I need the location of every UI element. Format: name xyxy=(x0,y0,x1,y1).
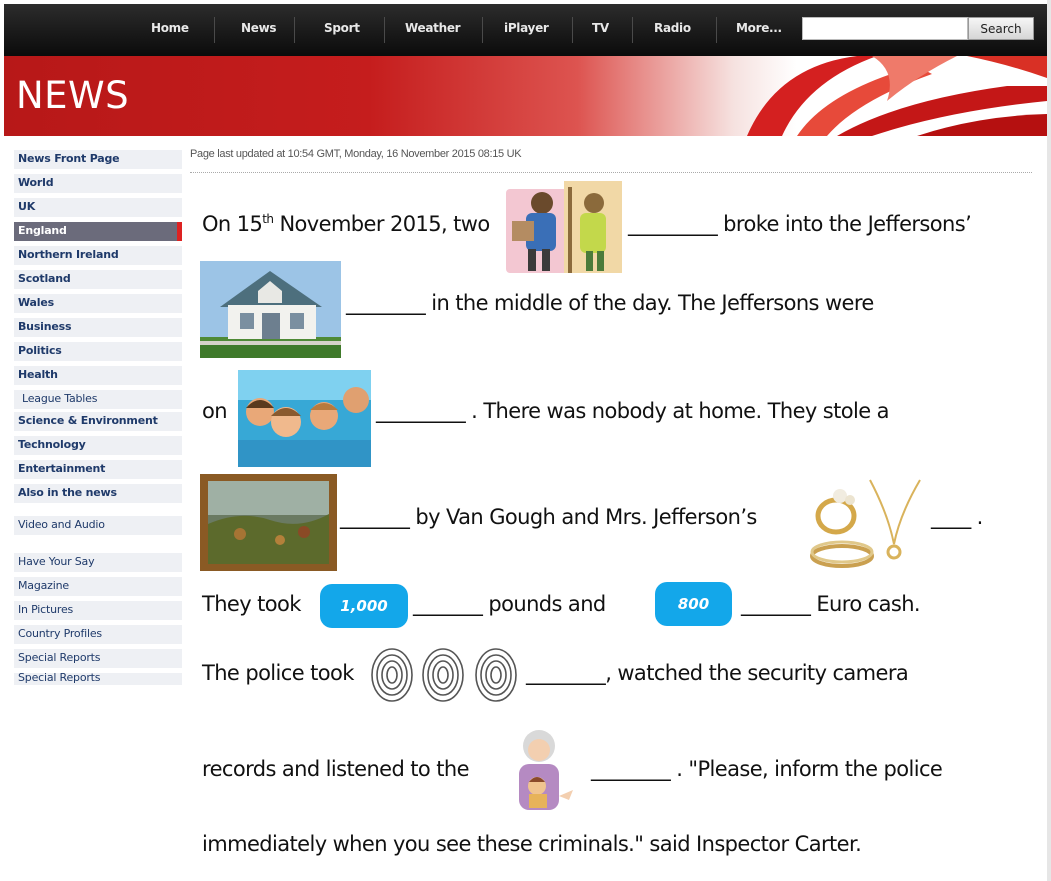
nav-sport[interactable]: Sport xyxy=(324,21,360,35)
painting-picture-icon xyxy=(200,474,337,571)
nav-separator xyxy=(632,17,633,43)
search-input[interactable] xyxy=(802,17,968,40)
article-line-3-end: _________ . There was nobody at home. Th… xyxy=(376,399,890,423)
nav-tv[interactable]: TV xyxy=(592,21,609,35)
nav-separator xyxy=(294,17,295,43)
sidebar-item-in-pictures[interactable]: In Pictures xyxy=(14,601,182,620)
nav-home[interactable]: Home xyxy=(151,21,189,35)
nav-news[interactable]: News xyxy=(241,21,277,35)
nav-weather[interactable]: Weather xyxy=(405,21,461,35)
sidebar-item-have-your-say[interactable]: Have Your Say xyxy=(14,553,182,572)
amount-badge-euro: 800 xyxy=(655,582,732,626)
sidebar-item-politics[interactable]: Politics xyxy=(14,342,182,361)
article-line-5-end: _______ Euro cash. xyxy=(741,592,921,616)
sidebar-item-country-profiles[interactable]: Country Profiles xyxy=(14,625,182,644)
article-line-4-start: _______ by Van Gough and Mrs. Jefferson’… xyxy=(340,505,757,529)
sidebar-item-technology[interactable]: Technology xyxy=(14,436,182,455)
sidebar-item-scotland[interactable]: Scotland xyxy=(14,270,182,289)
article-line-1-end: _________ broke into the Jeffersons’ xyxy=(628,212,972,236)
article-line-5-start: They took xyxy=(202,592,301,616)
sidebar-item-entertainment[interactable]: Entertainment xyxy=(14,460,182,479)
article-line-1-start: On 15th November 2015, two xyxy=(202,212,490,236)
nav-separator xyxy=(716,17,717,43)
dotted-divider xyxy=(190,172,1032,173)
sidebar-item-northern-ireland[interactable]: Northern Ireland xyxy=(14,246,182,265)
article-line-8: immediately when you see these criminals… xyxy=(202,832,862,856)
article-line-4-end: ____ . xyxy=(931,505,983,529)
nav-separator xyxy=(384,17,385,43)
sidebar-item-magazine[interactable]: Magazine xyxy=(14,577,182,596)
banner-news-logo[interactable]: NEWS xyxy=(16,74,129,117)
last-updated-timestamp: Page last updated at 10:54 GMT, Monday, … xyxy=(190,148,522,160)
sidebar-item-world[interactable]: World xyxy=(14,174,182,193)
article-line-6-start: The police took xyxy=(202,661,354,685)
sidebar-item-news-front-page[interactable]: News Front Page xyxy=(14,150,182,169)
sidebar-item-science-environment[interactable]: Science & Environment xyxy=(14,412,182,431)
thieves-picture-icon xyxy=(506,181,622,273)
page-right-edge xyxy=(1047,0,1051,881)
sidebar-item-wales[interactable]: Wales xyxy=(14,294,182,313)
sidebar-item-business[interactable]: Business xyxy=(14,318,182,337)
family-pool-picture-icon xyxy=(238,370,371,467)
fingerprint-icon xyxy=(368,645,524,703)
nav-iplayer[interactable]: iPlayer xyxy=(504,21,549,35)
sidebar-item-league-tables[interactable]: League Tables xyxy=(14,390,182,409)
nav-radio[interactable]: Radio xyxy=(654,21,691,35)
amount-badge-pounds: 1,000 xyxy=(320,584,408,628)
jewellery-picture-icon xyxy=(808,474,926,571)
nav-separator xyxy=(572,17,573,43)
article-line-7-end: ________ . "Please, inform the police xyxy=(591,757,943,781)
top-navigation-bar: Home News Sport Weather iPlayer TV Radio… xyxy=(4,4,1047,56)
sidebar-item-special-reports[interactable]: Special Reports xyxy=(14,649,182,668)
nav-separator xyxy=(214,17,215,43)
news-banner: NEWS xyxy=(4,56,1047,136)
grandmother-picture-icon xyxy=(503,726,581,814)
sidebar-item-uk[interactable]: UK xyxy=(14,198,182,217)
article-line-2: ________ in the middle of the day. The J… xyxy=(346,291,874,315)
house-picture-icon xyxy=(200,261,341,358)
nav-separator xyxy=(482,17,483,43)
article-line-3-start: on xyxy=(202,399,228,423)
nav-more[interactable]: More... xyxy=(736,21,782,35)
sidebar-item-video-and-audio[interactable]: Video and Audio xyxy=(14,516,182,535)
article-line-5-middle: _______ pounds and xyxy=(413,592,606,616)
search-button[interactable]: Search xyxy=(968,17,1034,40)
sidebar-item-england[interactable]: England xyxy=(14,222,182,241)
sidebar-item-special-reports-clipped[interactable]: Special Reports xyxy=(14,673,182,685)
sidebar-item-also-in-the-news[interactable]: Also in the news xyxy=(14,484,182,503)
article-line-7-start: records and listened to the xyxy=(202,757,470,781)
sidebar-item-health[interactable]: Health xyxy=(14,366,182,385)
banner-swoosh-graphic xyxy=(747,56,1047,136)
article-line-6-end: ________, watched the security camera xyxy=(526,661,909,685)
